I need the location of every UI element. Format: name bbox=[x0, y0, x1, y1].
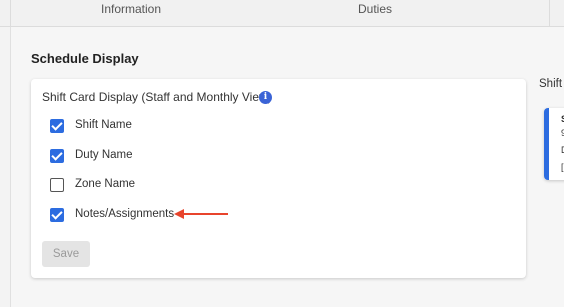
card-title: Shift Card Display (Staff and Monthly Vi… bbox=[42, 90, 272, 104]
info-icon[interactable]: i bbox=[259, 91, 272, 104]
duty-name-checkbox[interactable] bbox=[50, 149, 64, 163]
preview-line: [ bbox=[561, 162, 564, 172]
duty-name-label: Duty Name bbox=[75, 149, 133, 161]
shift-name-checkbox[interactable] bbox=[50, 119, 64, 133]
tab-duties[interactable]: Duties bbox=[358, 2, 392, 16]
tab-divider bbox=[549, 0, 550, 26]
notes-assignments-checkbox[interactable] bbox=[50, 208, 64, 222]
annotation-arrow-icon bbox=[174, 209, 228, 219]
zone-name-label: Zone Name bbox=[75, 178, 136, 190]
save-button[interactable]: Save bbox=[42, 241, 90, 267]
tab-bar: Information Duties bbox=[0, 0, 564, 27]
tab-divider bbox=[10, 0, 11, 26]
tab-information[interactable]: Information bbox=[101, 2, 161, 16]
shift-preview-label: Shift bbox=[539, 78, 563, 90]
zone-name-checkbox[interactable] bbox=[50, 178, 64, 192]
shift-card-preview: S 9 D [ bbox=[544, 108, 564, 180]
preview-accent-bar bbox=[544, 108, 549, 180]
notes-assignments-label: Notes/Assignments bbox=[75, 208, 175, 220]
section-title: Schedule Display bbox=[31, 51, 139, 66]
shift-name-label: Shift Name bbox=[75, 119, 132, 131]
